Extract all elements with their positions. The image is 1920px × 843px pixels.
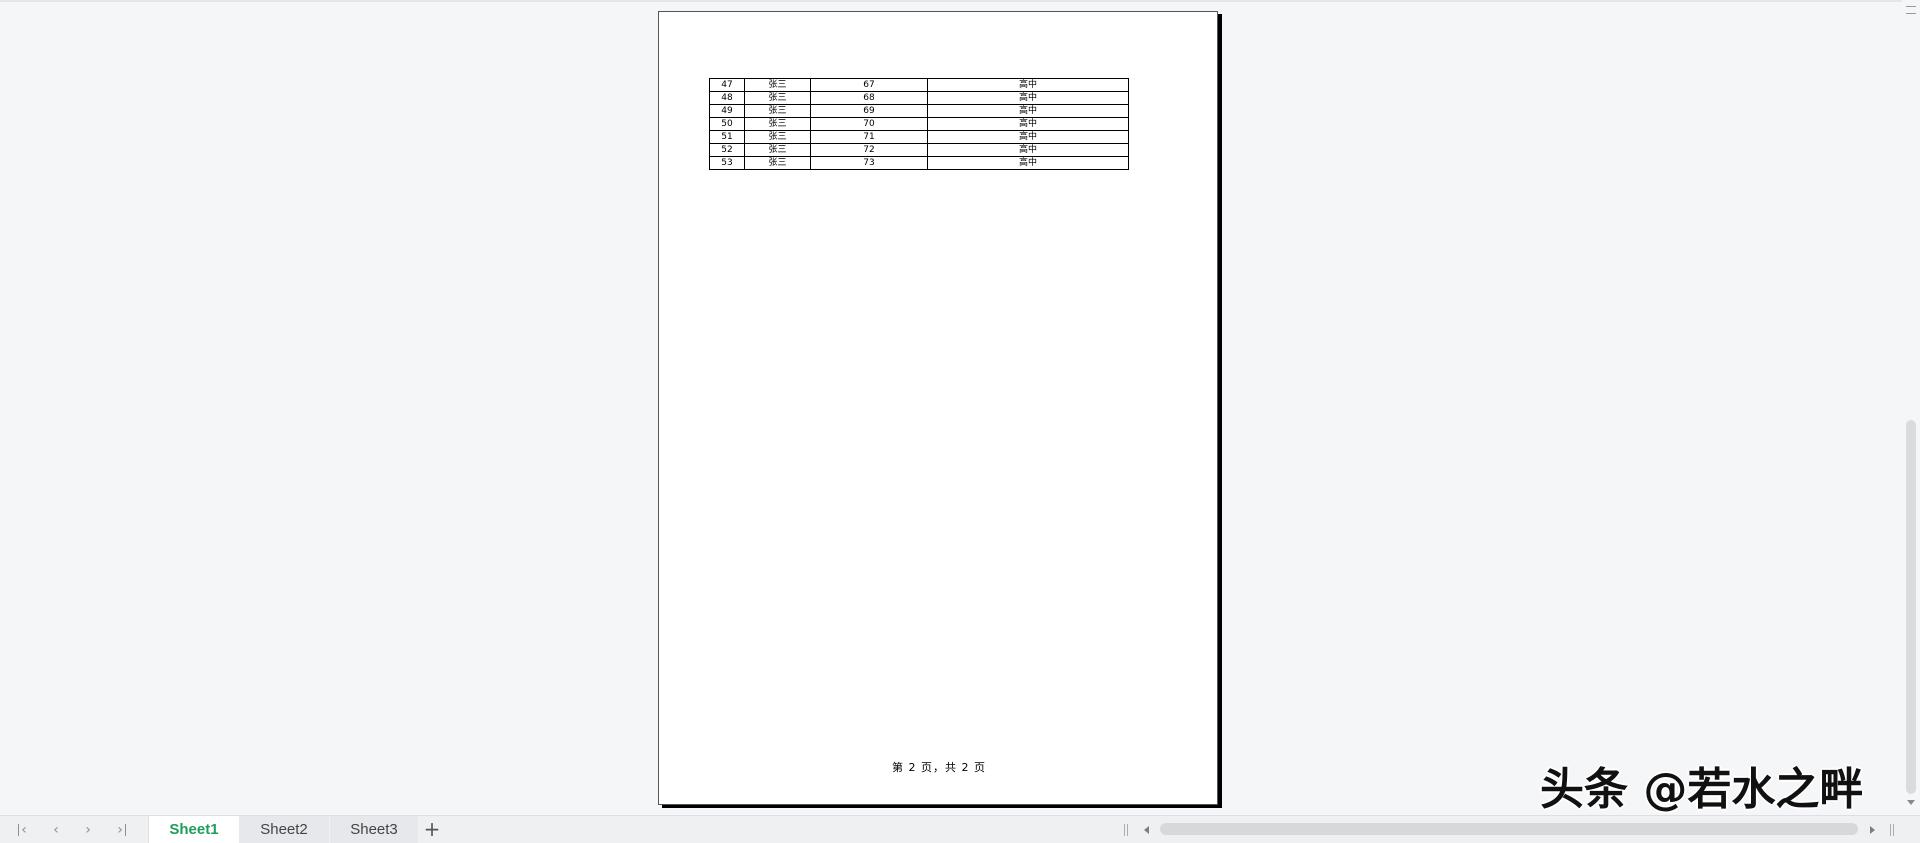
education-cell: 高中 bbox=[927, 91, 1129, 105]
arrow-right-icon[interactable] bbox=[1870, 826, 1875, 834]
name-cell: 张三 bbox=[744, 143, 811, 157]
education-cell: 高中 bbox=[927, 130, 1129, 144]
scrollbar-menu-icon[interactable] bbox=[1906, 6, 1916, 14]
table-row: 51 张三 71 高中 bbox=[709, 130, 1129, 144]
watermark-text: 头条 @若水之畔 bbox=[1540, 764, 1864, 815]
last-sheet-icon[interactable]: › bbox=[112, 822, 128, 838]
name-cell: 张三 bbox=[744, 130, 811, 144]
education-cell: 高中 bbox=[927, 117, 1129, 131]
score-cell: 73 bbox=[810, 156, 928, 170]
name-cell: 张三 bbox=[744, 104, 811, 118]
table-row: 53 张三 73 高中 bbox=[709, 156, 1129, 170]
table-row: 52 张三 72 高中 bbox=[709, 143, 1129, 157]
education-cell: 高中 bbox=[927, 143, 1129, 157]
window-split-handle[interactable] bbox=[1890, 824, 1894, 836]
education-cell: 高中 bbox=[927, 104, 1129, 118]
row-number-cell: 52 bbox=[709, 143, 745, 157]
sheet-tab-bar: ‹ ‹ › › Sheet1 Sheet2 Sheet3 + bbox=[0, 815, 1920, 843]
score-cell: 71 bbox=[810, 130, 928, 144]
score-cell: 72 bbox=[810, 143, 928, 157]
arrow-left-icon[interactable] bbox=[1144, 826, 1149, 834]
name-cell: 张三 bbox=[744, 78, 811, 92]
spreadsheet-print-preview: 47 张三 67 高中 48 张三 68 高中 49 张三 69 高中 50 张三 70 高中 51 张三 71 高中… bbox=[0, 0, 1920, 843]
row-number-cell: 49 bbox=[709, 104, 745, 118]
education-cell: 高中 bbox=[927, 156, 1129, 170]
table-row: 50 张三 70 高中 bbox=[709, 117, 1129, 131]
vertical-scroll-thumb[interactable] bbox=[1906, 420, 1916, 794]
top-divider bbox=[0, 0, 1920, 2]
print-page: 47 张三 67 高中 48 张三 68 高中 49 张三 69 高中 50 张三 70 高中 51 张三 71 高中… bbox=[658, 11, 1218, 805]
score-cell: 67 bbox=[810, 78, 928, 92]
plus-icon[interactable]: + bbox=[422, 819, 442, 839]
row-number-cell: 48 bbox=[709, 91, 745, 105]
first-sheet-icon[interactable]: ‹ bbox=[16, 822, 32, 838]
row-number-cell: 53 bbox=[709, 156, 745, 170]
previous-sheet-icon[interactable]: ‹ bbox=[48, 822, 64, 838]
row-number-cell: 50 bbox=[709, 117, 745, 131]
score-cell: 68 bbox=[810, 91, 928, 105]
tab-sheet1[interactable]: Sheet1 bbox=[148, 816, 240, 843]
row-number-cell: 47 bbox=[709, 78, 745, 92]
vertical-scrollbar[interactable] bbox=[1902, 0, 1920, 815]
row-number-cell: 51 bbox=[709, 130, 745, 144]
score-cell: 70 bbox=[810, 117, 928, 131]
education-cell: 高中 bbox=[927, 78, 1129, 92]
table-row: 49 张三 69 高中 bbox=[709, 104, 1129, 118]
score-cell: 69 bbox=[810, 104, 928, 118]
next-sheet-icon[interactable]: › bbox=[80, 822, 96, 838]
arrow-down-icon[interactable] bbox=[1907, 800, 1915, 805]
tab-sheet3[interactable]: Sheet3 bbox=[330, 816, 418, 843]
table-row: 47 张三 67 高中 bbox=[709, 78, 1129, 92]
scrollbar-splitter-handle[interactable] bbox=[1124, 824, 1128, 836]
tab-sheet2[interactable]: Sheet2 bbox=[239, 816, 329, 843]
table-row: 48 张三 68 高中 bbox=[709, 91, 1129, 105]
table-body: 47 张三 67 高中 48 张三 68 高中 49 张三 69 高中 50 张三 70 高中 51 张三 71 高中… bbox=[709, 78, 1129, 170]
horizontal-scroll-thumb[interactable] bbox=[1160, 823, 1858, 835]
page-footer: 第 2 页，共 2 页 bbox=[892, 761, 986, 774]
name-cell: 张三 bbox=[744, 117, 811, 131]
data-table: 47 张三 67 高中 48 张三 68 高中 49 张三 69 高中 50 张三 70 高中 51 张三 71 高中… bbox=[709, 78, 1129, 170]
name-cell: 张三 bbox=[744, 156, 811, 170]
name-cell: 张三 bbox=[744, 91, 811, 105]
